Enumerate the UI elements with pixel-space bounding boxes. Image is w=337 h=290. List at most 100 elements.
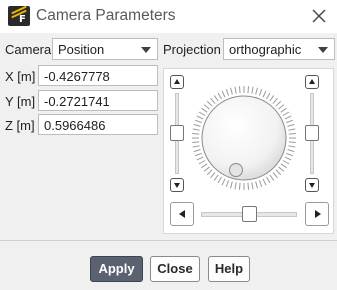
dial-tick <box>194 152 202 157</box>
projection-select[interactable]: orthographic <box>223 38 335 60</box>
dial-tick <box>269 95 275 102</box>
projection-select-value: orthographic <box>229 42 302 57</box>
z-field[interactable]: 0.5966486 <box>38 114 158 135</box>
dial-tick <box>192 132 200 135</box>
dial-tick <box>194 119 202 124</box>
dial-tick <box>266 92 271 100</box>
left-slider-thumb[interactable] <box>170 125 184 141</box>
dial-tick <box>206 100 213 107</box>
dial-tick <box>284 156 292 161</box>
dial-tick <box>286 152 294 157</box>
dial-tick <box>262 178 267 186</box>
dial-tick <box>266 176 271 184</box>
dial-tick <box>258 88 263 96</box>
chevron-down-icon <box>141 47 151 53</box>
dial-tick <box>225 180 230 188</box>
dial-tick <box>272 172 278 179</box>
dial-tick <box>238 182 241 190</box>
dial-tick <box>210 97 216 104</box>
window-title: Camera Parameters <box>36 7 176 24</box>
dial-tick <box>192 141 200 144</box>
dial-tick <box>286 119 294 124</box>
title-bar: F Camera Parameters <box>0 0 337 33</box>
close-button[interactable]: Close <box>150 256 200 282</box>
dial-tick <box>255 87 258 95</box>
triangle-left-icon <box>179 210 185 218</box>
dial-tick <box>282 111 290 116</box>
chevron-down-icon <box>318 47 328 53</box>
horizontal-slider-thumb[interactable] <box>242 206 257 222</box>
dial-tick <box>287 149 295 152</box>
dial-tick <box>287 124 295 127</box>
dial-tick <box>280 107 287 113</box>
right-slider-up-button[interactable] <box>305 75 319 89</box>
x-field-value: -0.4267778 <box>44 69 110 84</box>
footer-divider <box>0 240 337 241</box>
y-field[interactable]: -0.2721741 <box>38 90 158 111</box>
dial-tick <box>275 169 282 176</box>
z-field-label: Z [m] <box>5 118 35 133</box>
dial-tick <box>203 104 210 110</box>
dial-tick <box>230 181 233 189</box>
dial-tick <box>288 132 296 135</box>
dial-tick <box>234 86 237 94</box>
y-field-value: -0.2721741 <box>44 94 110 109</box>
right-slider-thumb[interactable] <box>305 125 319 141</box>
x-field[interactable]: -0.4267778 <box>38 65 158 86</box>
dial-tick <box>217 92 222 100</box>
z-field-value: 0.5966486 <box>44 118 106 133</box>
dial-tick <box>230 87 233 95</box>
projection-label: Projection <box>163 42 221 57</box>
dial-tick <box>247 86 250 94</box>
dial-tick <box>288 145 296 148</box>
dial-tick <box>221 90 226 98</box>
dial-tick <box>210 172 216 179</box>
triangle-up-icon <box>174 79 180 84</box>
left-slider-up-button[interactable] <box>170 75 184 89</box>
dial-tick <box>280 163 287 169</box>
triangle-right-icon <box>315 210 321 218</box>
dial-tick <box>213 95 219 102</box>
left-slider-down-button[interactable] <box>170 178 184 192</box>
dial-tick <box>251 182 254 190</box>
dial-tick <box>198 111 206 116</box>
right-slider-down-button[interactable] <box>305 178 319 192</box>
dial-tick <box>278 104 285 110</box>
dial-tick <box>258 180 263 188</box>
rotation-dial[interactable] <box>189 83 299 193</box>
dial-tick <box>217 176 222 184</box>
dial-tick <box>255 181 258 189</box>
app-icon: F <box>8 6 30 26</box>
dial-tick <box>225 88 230 96</box>
apply-button[interactable]: Apply <box>90 256 143 282</box>
dial-tick <box>238 86 241 94</box>
triangle-down-icon <box>309 183 315 188</box>
dial-tick <box>262 90 267 98</box>
dial-tick <box>196 156 204 161</box>
dial-tick <box>234 182 237 190</box>
dial-tick <box>201 107 208 113</box>
dial-tick <box>251 86 254 94</box>
dial-tick <box>192 145 200 148</box>
dial-tick <box>203 166 210 172</box>
help-button[interactable]: Help <box>208 256 250 282</box>
dial-tick <box>221 178 226 186</box>
dial-tick <box>213 174 219 181</box>
dial-tick <box>272 97 278 104</box>
close-icon[interactable] <box>311 8 327 24</box>
camera-select[interactable]: Position <box>52 38 158 60</box>
dial-tick <box>193 149 201 152</box>
dial-tick <box>282 160 290 165</box>
y-field-label: Y [m] <box>5 94 36 109</box>
dial-knob-indicator[interactable] <box>229 163 243 177</box>
dial-tick <box>206 169 213 176</box>
dial-tick <box>288 141 296 144</box>
dial-tick <box>288 128 296 131</box>
camera-label: Camera <box>5 42 52 57</box>
dial-tick <box>278 166 285 172</box>
camera-select-value: Position <box>58 42 105 57</box>
x-field-label: X [m] <box>5 69 36 84</box>
dial-tick <box>192 128 200 131</box>
horizontal-slider-left-button[interactable] <box>170 202 194 226</box>
horizontal-slider-right-button[interactable] <box>305 202 329 226</box>
